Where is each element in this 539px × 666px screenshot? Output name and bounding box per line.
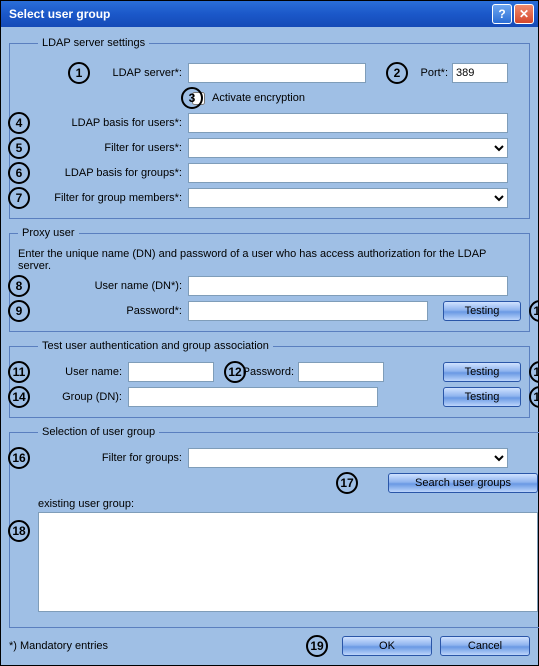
filter-groups-label: Filter for groups: xyxy=(38,452,188,464)
existing-user-group-label: existing user group: xyxy=(38,498,134,510)
marker-8: 8 xyxy=(8,275,30,297)
proxy-username-label: User name (DN*): xyxy=(38,280,188,292)
test-password-input[interactable] xyxy=(298,362,384,382)
filter-groups-select[interactable] xyxy=(188,448,508,468)
footer: *) Mandatory entries 19 OK Cancel xyxy=(9,635,530,657)
basis-users-input[interactable] xyxy=(188,113,508,133)
help-button[interactable]: ? xyxy=(492,4,512,24)
test-auth-button[interactable]: Testing xyxy=(443,362,521,382)
marker-11: 11 xyxy=(8,361,30,383)
port-label: Port*: xyxy=(404,67,452,79)
cancel-button[interactable]: Cancel xyxy=(440,636,530,656)
ldap-settings-legend: LDAP server settings xyxy=(38,37,149,49)
ldap-server-label: LDAP server*: xyxy=(38,67,188,79)
filter-users-select[interactable] xyxy=(188,138,508,158)
marker-9: 9 xyxy=(8,300,30,322)
row-filter-groups: 16 Filter for groups: xyxy=(38,447,538,469)
row-proxy-username: 8 User name (DN*): xyxy=(38,275,521,297)
marker-13: 13 xyxy=(529,361,539,383)
selection-group: Selection of user group 16 Filter for gr… xyxy=(9,426,539,628)
test-auth-legend: Test user authentication and group assoc… xyxy=(38,340,273,352)
marker-17: 17 xyxy=(336,472,358,494)
filter-group-members-select[interactable] xyxy=(188,188,508,208)
ok-button[interactable]: OK xyxy=(342,636,432,656)
activate-encryption-checkbox[interactable] xyxy=(192,92,205,105)
test-auth-group: Test user authentication and group assoc… xyxy=(9,340,530,418)
titlebar: Select user group ? ✕ xyxy=(1,1,538,27)
filter-users-label: Filter for users*: xyxy=(38,142,188,154)
row-filter-users: 5 Filter for users*: xyxy=(38,137,521,159)
basis-groups-label: LDAP basis for groups*: xyxy=(38,167,188,179)
client-area: LDAP server settings 1 LDAP server*: 2 P… xyxy=(1,27,538,665)
marker-19: 19 xyxy=(306,635,328,657)
proxy-desc: Enter the unique name (DN) and password … xyxy=(18,248,518,272)
test-password-label: Password: xyxy=(226,366,298,378)
row-search-groups: 17 Search user groups xyxy=(38,472,538,494)
row-ldap-server: 1 LDAP server*: 2 Port*: xyxy=(38,62,521,84)
port-input[interactable] xyxy=(452,63,508,83)
marker-16: 16 xyxy=(8,447,30,469)
ldap-server-input[interactable] xyxy=(188,63,366,83)
titlebar-buttons: ? ✕ xyxy=(492,4,534,24)
window-title: Select user group xyxy=(9,7,492,21)
marker-14: 14 xyxy=(8,386,30,408)
basis-groups-input[interactable] xyxy=(188,163,508,183)
proxy-testing-button[interactable]: Testing xyxy=(443,301,521,321)
filter-group-members-label: Filter for group members*: xyxy=(38,192,188,204)
test-group-label: Group (DN): xyxy=(38,391,128,403)
close-button[interactable]: ✕ xyxy=(514,4,534,24)
mandatory-note: *) Mandatory entries xyxy=(9,640,108,652)
marker-7: 7 xyxy=(8,187,30,209)
proxy-desc-row: Enter the unique name (DN) and password … xyxy=(18,248,521,272)
marker-6: 6 xyxy=(8,162,30,184)
marker-10: 10 xyxy=(529,300,539,322)
selection-legend: Selection of user group xyxy=(38,426,159,438)
test-username-input[interactable] xyxy=(128,362,214,382)
row-test-user: 11 User name: 12 Password: Testing 13 xyxy=(38,361,521,383)
marker-5: 5 xyxy=(8,137,30,159)
proxy-user-group: Proxy user Enter the unique name (DN) an… xyxy=(9,227,530,332)
proxy-user-legend: Proxy user xyxy=(18,227,79,239)
row-existing-group: existing user group: 18 xyxy=(38,498,538,612)
row-filter-group-members: 7 Filter for group members*: xyxy=(38,187,521,209)
marker-18: 18 xyxy=(8,520,30,542)
row-activate-encryption: 3 Activate encryption xyxy=(38,87,521,109)
row-basis-users: 4 LDAP basis for users*: xyxy=(38,112,521,134)
dialog-window: Select user group ? ✕ LDAP server settin… xyxy=(0,0,539,666)
test-username-label: User name: xyxy=(38,366,128,378)
marker-4: 4 xyxy=(8,112,30,134)
row-basis-groups: 6 LDAP basis for groups*: xyxy=(38,162,521,184)
proxy-username-input[interactable] xyxy=(188,276,508,296)
test-group-button[interactable]: Testing xyxy=(443,387,521,407)
existing-user-group-list[interactable] xyxy=(38,512,538,612)
row-proxy-password: 9 Password*: Testing 10 xyxy=(38,300,521,322)
ldap-settings-group: LDAP server settings 1 LDAP server*: 2 P… xyxy=(9,37,530,219)
test-group-input[interactable] xyxy=(128,387,378,407)
search-user-groups-button[interactable]: Search user groups xyxy=(388,473,538,493)
activate-encryption-label: Activate encryption xyxy=(212,92,305,104)
marker-15: 15 xyxy=(529,386,539,408)
proxy-password-label: Password*: xyxy=(38,305,188,317)
row-test-group: 14 Group (DN): Testing 15 xyxy=(38,386,521,408)
proxy-password-input[interactable] xyxy=(188,301,428,321)
basis-users-label: LDAP basis for users*: xyxy=(38,117,188,129)
